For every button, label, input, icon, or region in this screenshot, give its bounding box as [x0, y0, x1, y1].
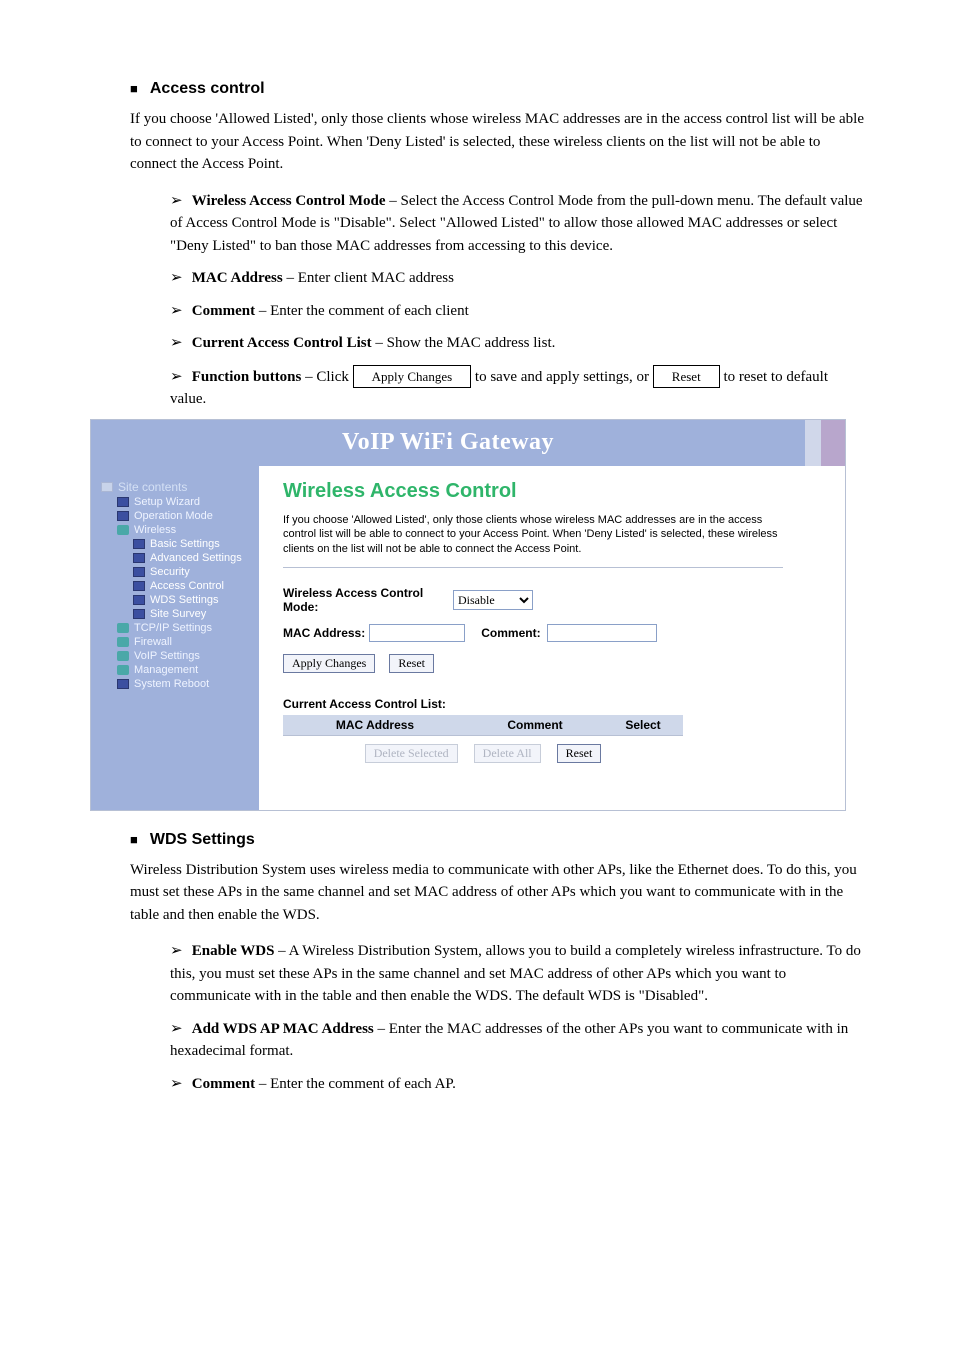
- sidebar-item-label: Management: [134, 664, 198, 676]
- col-select: Select: [603, 715, 683, 736]
- sidebar-item[interactable]: Security: [133, 566, 255, 578]
- comment-label: Comment:: [481, 626, 540, 640]
- doc-item-mode: ➢ Wireless Access Control Mode – Select …: [170, 190, 864, 258]
- inline-apply-button: Apply Changes: [353, 365, 472, 389]
- folder-icon: [117, 637, 129, 647]
- sheet-icon: [133, 581, 145, 591]
- sidebar-item[interactable]: Operation Mode: [117, 510, 255, 522]
- section-access-control-header: ■ Access control: [130, 80, 864, 98]
- sidebar-item-label: TCP/IP Settings: [134, 622, 212, 634]
- col-mac: MAC Address: [283, 715, 467, 736]
- folder-icon: [117, 623, 129, 633]
- sidebar-item-label: Basic Settings: [150, 538, 220, 550]
- sidebar-item[interactable]: TCP/IP Settings: [117, 622, 255, 634]
- section-wds-header: ■ WDS Settings: [130, 831, 864, 849]
- sheet-icon: [133, 553, 145, 563]
- section-desc: If you choose 'Allowed Listed', only tho…: [130, 108, 864, 176]
- delete-selected-button[interactable]: Delete Selected: [365, 744, 458, 763]
- doc-item-comment: ➢ Comment – Enter the comment of each cl…: [170, 300, 864, 323]
- sidebar-item[interactable]: Firewall: [117, 636, 255, 648]
- arrow-icon: ➢: [170, 300, 188, 323]
- sidebar-item[interactable]: Advanced Settings: [133, 552, 255, 564]
- page-desc: If you choose 'Allowed Listed', only tho…: [283, 513, 783, 558]
- mode-select[interactable]: Disable: [453, 590, 533, 610]
- sidebar-item[interactable]: VoIP Settings: [117, 650, 255, 662]
- banner-title: VoIP WiFi Gateway: [91, 429, 805, 456]
- col-comment: Comment: [467, 715, 603, 736]
- sheet-icon: [101, 482, 113, 492]
- doc-item-mac: ➢ MAC Address – Enter client MAC address: [170, 267, 864, 290]
- doc-item-enable-wds: ➢ Enable WDS – A Wireless Distribution S…: [170, 940, 864, 1008]
- mode-row: Wireless Access Control Mode: Disable: [283, 586, 821, 614]
- sidebar-item[interactable]: Access Control: [133, 580, 255, 592]
- sidebar-item[interactable]: System Reboot: [117, 678, 255, 690]
- folder-icon: [117, 525, 129, 535]
- content-panel: Wireless Access Control If you choose 'A…: [259, 466, 845, 810]
- delete-all-button[interactable]: Delete All: [474, 744, 541, 763]
- acl-table: MAC Address Comment Select: [283, 715, 683, 736]
- folder-icon: [117, 651, 129, 661]
- sheet-icon: [133, 539, 145, 549]
- sheet-icon: [133, 595, 145, 605]
- sheet-icon: [117, 679, 129, 689]
- sheet-icon: [117, 511, 129, 521]
- mode-label: Wireless Access Control Mode:: [283, 586, 453, 614]
- reset-list-button[interactable]: Reset: [557, 744, 602, 763]
- sheet-icon: [133, 567, 145, 577]
- sidebar-item[interactable]: WDS Settings: [133, 594, 255, 606]
- sidebar-heading: Site contents: [101, 480, 255, 494]
- mac-label: MAC Address:: [283, 626, 365, 640]
- folder-icon: [117, 665, 129, 675]
- sidebar-item-label: Access Control: [150, 580, 224, 592]
- arrow-icon: ➢: [170, 332, 188, 355]
- page-heading: Wireless Access Control: [283, 480, 821, 503]
- doc-item-func: ➢ Function buttons – Click Apply Changes…: [170, 365, 864, 411]
- apply-changes-button[interactable]: Apply Changes: [283, 654, 375, 673]
- acl-list-header: Current Access Control List:: [283, 697, 821, 711]
- sidebar-item[interactable]: Setup Wizard: [117, 496, 255, 508]
- sidebar-item-label: Setup Wizard: [134, 496, 200, 508]
- arrow-icon: ➢: [170, 1018, 188, 1041]
- sidebar-item-label: Site Survey: [150, 608, 206, 620]
- arrow-icon: ➢: [170, 267, 188, 290]
- sidebar-item-label: WDS Settings: [150, 594, 218, 606]
- sheet-icon: [133, 609, 145, 619]
- sidebar-item-label: Security: [150, 566, 190, 578]
- reset-button[interactable]: Reset: [389, 654, 434, 673]
- sidebar-item-label: VoIP Settings: [134, 650, 200, 662]
- sidebar-item-label: Firewall: [134, 636, 172, 648]
- inline-reset-button: Reset: [653, 365, 720, 389]
- sidebar: Site contents Setup Wizard Operation Mode…: [91, 466, 259, 810]
- section-title: WDS Settings: [150, 831, 255, 848]
- doc-item-list: ➢ Current Access Control List – Show the…: [170, 332, 864, 355]
- comment-input[interactable]: [547, 624, 657, 642]
- sidebar-item-label: Wireless: [134, 524, 176, 536]
- table-button-row: Delete Selected Delete All Reset: [283, 744, 683, 763]
- arrow-icon: ➢: [170, 940, 188, 963]
- sidebar-item-label: Operation Mode: [134, 510, 213, 522]
- banner: VoIP WiFi Gateway: [91, 420, 845, 466]
- sidebar-item-label: Advanced Settings: [150, 552, 242, 564]
- arrow-icon: ➢: [170, 190, 188, 213]
- sidebar-item[interactable]: Basic Settings: [133, 538, 255, 550]
- mac-row: MAC Address: Comment:: [283, 624, 821, 642]
- arrow-icon: ➢: [170, 1073, 188, 1096]
- section-title: Access control: [150, 80, 265, 97]
- sidebar-item[interactable]: Site Survey: [133, 608, 255, 620]
- sidebar-item[interactable]: Management: [117, 664, 255, 676]
- sheet-icon: [117, 497, 129, 507]
- button-row: Apply Changes Reset: [283, 654, 821, 673]
- sidebar-item-label: System Reboot: [134, 678, 209, 690]
- section-desc: Wireless Distribution System uses wirele…: [130, 859, 864, 927]
- banner-decor: [805, 420, 845, 466]
- doc-item-wds-mac: ➢ Add WDS AP MAC Address – Enter the MAC…: [170, 1018, 864, 1063]
- doc-item-wds-comment: ➢ Comment – Enter the comment of each AP…: [170, 1073, 864, 1096]
- divider: [283, 567, 783, 568]
- sidebar-item[interactable]: Wireless: [117, 524, 255, 536]
- mac-input[interactable]: [369, 624, 465, 642]
- arrow-icon: ➢: [170, 366, 188, 389]
- router-admin-screenshot: VoIP WiFi Gateway Site contents Setup Wi…: [90, 419, 846, 811]
